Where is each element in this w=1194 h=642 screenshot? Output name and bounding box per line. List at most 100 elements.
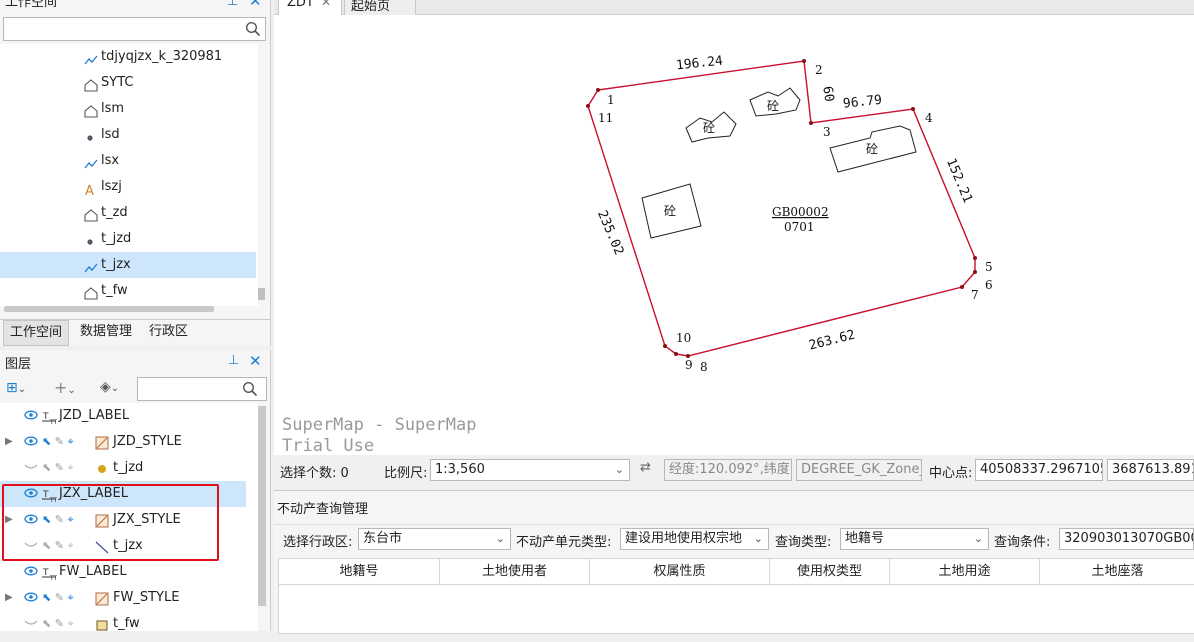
unit-type-select[interactable]: 建设用地使用权宗地 ⌄: [620, 528, 769, 550]
tree-item[interactable]: t_jzx: [0, 252, 256, 278]
region-layer-icon: [95, 616, 109, 642]
tab-workspace[interactable]: 工作空间: [3, 320, 70, 346]
layer-row[interactable]: ▶ ⬉ ✎ ⌖ FW_STYLE: [0, 585, 246, 611]
region-label: 选择行政区:: [283, 535, 353, 550]
results-table: 地籍号 土地使用者 权属性质 使用权类型 土地用途 土地座落: [278, 558, 1194, 634]
watermark: SuperMap - SuperMap Trial Use: [282, 415, 476, 457]
hidden-eye-icon[interactable]: [24, 612, 38, 638]
tree-item-label: t_jzx: [101, 257, 131, 272]
tree-scrollbar-v[interactable]: [258, 288, 265, 300]
parcel-id: GB00002: [772, 205, 829, 219]
region-value: 东台市: [363, 531, 403, 546]
vertex-label: 3: [823, 125, 831, 139]
layer-row[interactable]: T TT FW_LABEL: [0, 559, 246, 585]
tree-item[interactable]: lsd: [0, 122, 256, 148]
visible-eye-icon[interactable]: [24, 586, 38, 612]
watermark-line-1: SuperMap - SuperMap: [282, 415, 477, 435]
center-y-input[interactable]: 3687613.8917: [1107, 459, 1194, 481]
visible-eye-icon[interactable]: [24, 430, 38, 456]
tab-zdt[interactable]: ZDT ✕: [278, 0, 342, 15]
column-header[interactable]: 地籍号: [279, 559, 440, 584]
workspace-tree: tdjyqjzx_k_320981 SYTC lsm lsd lsx Alszj t_zd t…: [0, 44, 258, 306]
highlight-box: [2, 484, 219, 561]
tree-item[interactable]: SYTC: [0, 70, 256, 96]
tree-item[interactable]: t_fw: [0, 278, 256, 304]
add-layer-icon[interactable]: ⊞⌄: [6, 380, 26, 396]
layer-row[interactable]: ⬉ ✎ ⌖ t_jzd: [0, 455, 246, 481]
query-type-select[interactable]: 地籍号 ⌄: [840, 528, 989, 550]
search-icon[interactable]: [242, 381, 258, 397]
swap-icon[interactable]: ⇄: [640, 460, 651, 475]
crs-field: DEGREE_GK_Zone_40: [796, 459, 922, 481]
tree-item-label: t_fw: [101, 283, 128, 298]
scale-value: 1:3,560: [435, 462, 485, 477]
layer-tools-icon[interactable]: ⬉ ✎ ⌖: [42, 585, 74, 611]
building-label: 砼: [664, 204, 676, 218]
layer-row[interactable]: ⬉ ✎ ⌖ t_fw: [0, 611, 246, 637]
layer-tools-icon[interactable]: ⬉ ✎ ⌖: [42, 611, 74, 637]
condition-input[interactable]: 320903013070GB000: [1059, 528, 1194, 550]
scale-label: 比例尺:: [384, 466, 428, 481]
layer-label: JZD_STYLE: [113, 434, 182, 449]
tree-scrollbar-h[interactable]: [4, 306, 214, 312]
column-header[interactable]: 土地用途: [890, 559, 1040, 584]
vertex-label: 9: [685, 358, 693, 372]
pin-icon[interactable]: ⊥: [228, 353, 239, 368]
tree-item-label: lszj: [101, 179, 122, 194]
layer-row[interactable]: T TT JZD_LABEL: [0, 403, 246, 429]
coords-value: 经度:120.092°,纬度:3: [669, 462, 792, 477]
vertex-label: 5: [985, 260, 993, 274]
close-icon[interactable]: ✕: [249, 352, 262, 370]
layers-stack-icon[interactable]: ◈⌄: [100, 379, 119, 395]
visible-eye-icon[interactable]: [24, 404, 38, 430]
layer-tools-icon[interactable]: ⬉ ✎ ⌖: [42, 429, 74, 455]
layer-tools-icon[interactable]: ⬉ ✎ ⌖: [42, 455, 74, 481]
close-icon[interactable]: ✕: [321, 0, 331, 9]
tree-item[interactable]: t_jzd: [0, 226, 256, 252]
svg-text:TT: TT: [49, 575, 57, 580]
workspace-search-input[interactable]: [3, 17, 266, 41]
tree-item-label: t_zd: [101, 205, 128, 220]
column-header[interactable]: 权属性质: [590, 559, 770, 584]
hidden-eye-icon[interactable]: [24, 456, 38, 482]
expand-icon[interactable]: ▶: [5, 429, 13, 455]
query-type-value: 地籍号: [845, 531, 885, 546]
vertex-label: 8: [700, 360, 708, 374]
visible-eye-icon[interactable]: [24, 560, 38, 586]
close-icon[interactable]: ✕: [249, 0, 262, 10]
layer-label: FW_STYLE: [113, 590, 180, 605]
vertex-label: 2: [815, 63, 823, 77]
scale-select[interactable]: 1:3,560 ⌄: [430, 459, 630, 481]
layers-scrollbar-v[interactable]: [258, 406, 266, 606]
tab-start-page[interactable]: 起始页: [344, 0, 416, 15]
tree-item[interactable]: lsm: [0, 96, 256, 122]
pin-icon[interactable]: ⊥: [227, 0, 238, 9]
expand-icon[interactable]: ▶: [5, 585, 13, 611]
vertex-label: 1: [607, 93, 615, 107]
region-select[interactable]: 东台市 ⌄: [358, 528, 511, 550]
tree-item[interactable]: Alszj: [0, 174, 256, 200]
vertex-label: 7: [971, 288, 979, 302]
tree-item[interactable]: t_zd: [0, 200, 256, 226]
column-header[interactable]: 土地座落: [1040, 559, 1194, 584]
layers-panel-title: 图层: [5, 357, 32, 372]
column-header[interactable]: 土地使用者: [440, 559, 590, 584]
tree-item[interactable]: lsx: [0, 148, 256, 174]
search-icon[interactable]: [245, 21, 261, 37]
svg-text:A: A: [85, 184, 94, 196]
map-canvas[interactable]: 砼 砼 砼 砼 196.24 60 96.79 152.21 263.62 23…: [274, 15, 1194, 457]
chevron-down-icon: ⌄: [753, 532, 763, 545]
column-header[interactable]: 使用权类型: [770, 559, 890, 584]
tree-item-label: lsm: [101, 101, 125, 116]
add-icon[interactable]: +⌄: [54, 378, 76, 397]
center-x-input[interactable]: 40508337.2967105: [975, 459, 1103, 481]
tab-data-management[interactable]: 数据管理: [80, 320, 132, 344]
tab-admin-region[interactable]: 行政区: [149, 320, 188, 344]
layer-row[interactable]: ▶ ⬉ ✎ ⌖ JZD_STYLE: [0, 429, 246, 455]
layer-search-input[interactable]: [137, 377, 267, 401]
tree-item-label: lsd: [101, 127, 120, 142]
tree-item[interactable]: tdjyqjzx_k_320981: [0, 44, 256, 70]
workspace-panel: 工作空间 ⊥ ✕ tdjyqjzx_k_320981 SYTC lsm lsd lsx A…: [0, 0, 271, 346]
condition-label: 查询条件:: [994, 535, 1051, 550]
edge-label: 263.62: [808, 328, 857, 354]
